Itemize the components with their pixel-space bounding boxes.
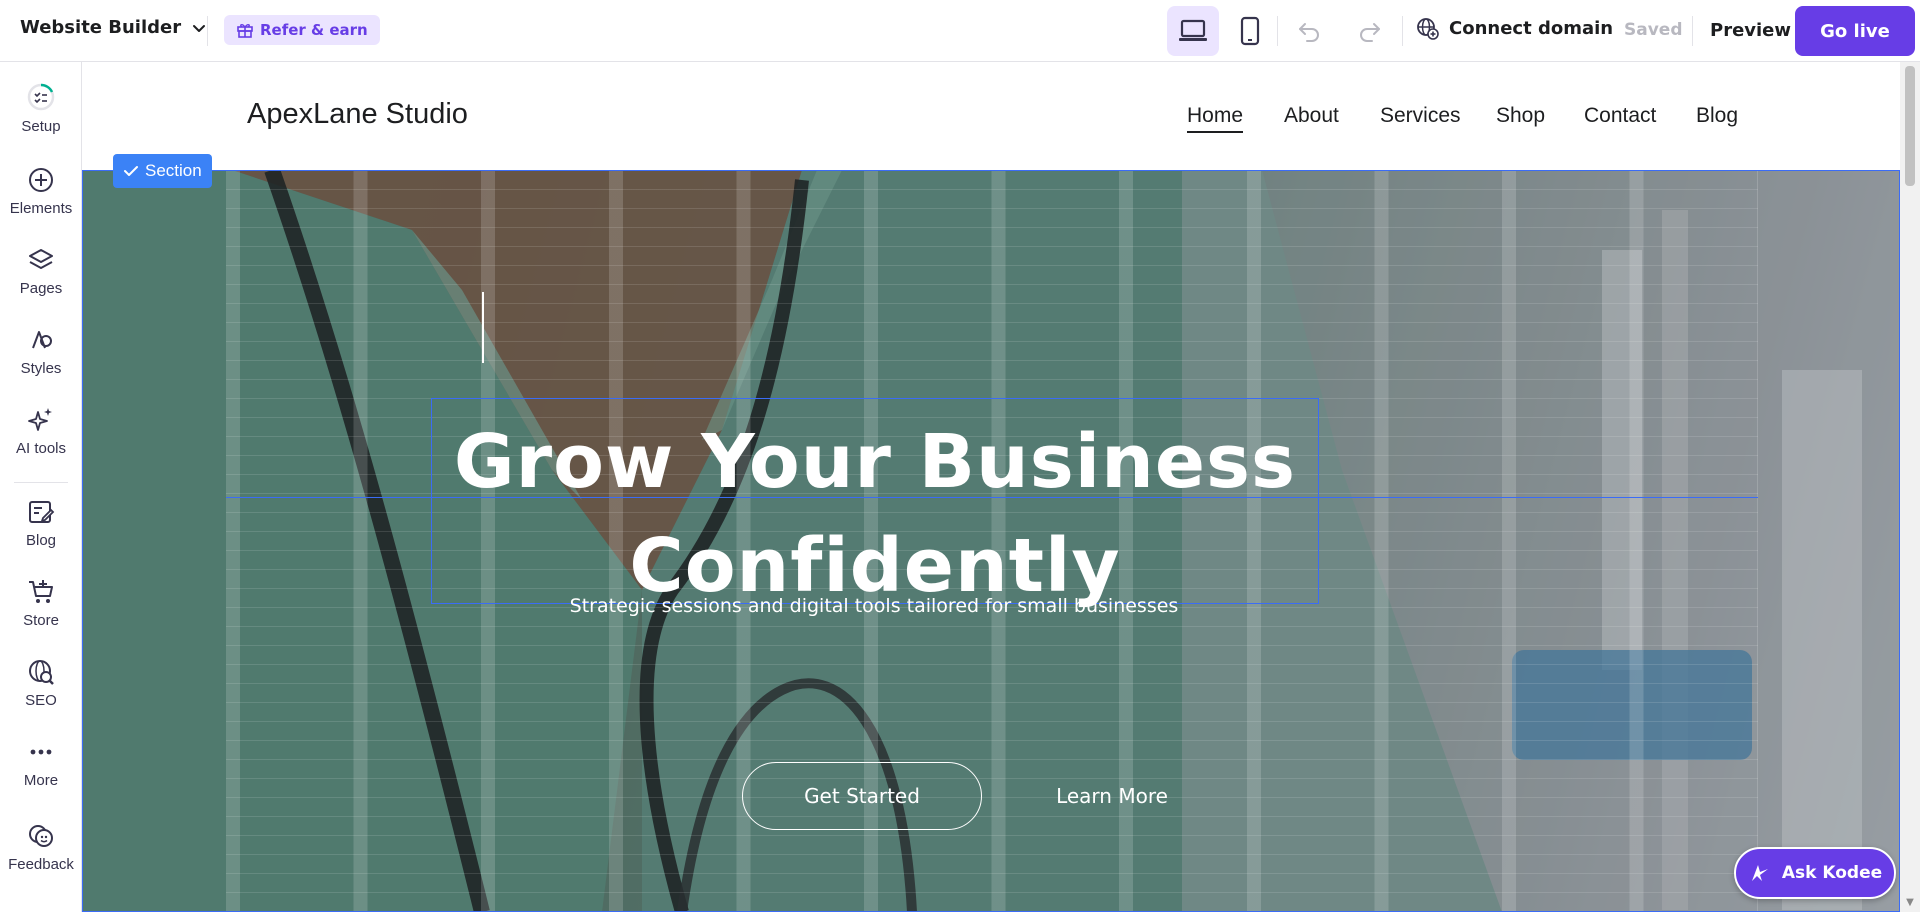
canvas-scrollbar[interactable]: ▼	[1900, 62, 1920, 912]
sidebar-item-blog[interactable]: Blog	[0, 498, 82, 549]
go-live-button[interactable]: Go live	[1795, 6, 1915, 56]
sparkles-icon	[28, 408, 52, 431]
cart-icon	[29, 580, 53, 603]
learn-more-button[interactable]: Learn More	[1027, 762, 1197, 830]
chevron-down-icon	[193, 24, 206, 32]
saved-status: Saved	[1624, 20, 1683, 40]
divider	[207, 16, 208, 46]
sidebar-item-ai-tools[interactable]: AI tools	[0, 406, 82, 457]
sidebar-label-styles: Styles	[20, 360, 62, 377]
app-switcher[interactable]: Website Builder	[20, 17, 207, 38]
sidebar-item-seo[interactable]: SEO	[0, 658, 82, 709]
sidebar-item-pages[interactable]: Pages	[0, 246, 82, 297]
gift-icon	[237, 24, 253, 38]
section-tag[interactable]: Section	[113, 154, 212, 188]
blog-edit-icon	[29, 501, 55, 523]
scroll-down-arrow[interactable]: ▼	[1904, 898, 1916, 908]
palette-icon	[32, 331, 52, 349]
sidebar-item-store[interactable]: Store	[0, 578, 82, 629]
hero-heading-line-1: Grow Your Business	[453, 419, 1297, 505]
sidebar-label-pages: Pages	[19, 280, 63, 297]
kodee-sparkle-icon	[1751, 865, 1768, 881]
sidebar-item-setup[interactable]: Setup	[0, 82, 82, 135]
nav-link-contact[interactable]: Contact	[1584, 104, 1656, 128]
refer-earn-label: Refer & earn	[260, 21, 368, 39]
nav-link-services[interactable]: Services	[1380, 104, 1461, 128]
nav-link-about[interactable]: About	[1284, 104, 1339, 128]
sidebar-label-store: Store	[23, 612, 59, 629]
sidebar-label-ai-tools: AI tools	[15, 440, 67, 457]
divider	[1402, 16, 1403, 46]
text-cursor	[482, 292, 484, 363]
connect-domain-label: Connect domain	[1449, 17, 1614, 39]
layers-icon	[29, 249, 53, 269]
sidebar-label-setup: Setup	[21, 118, 61, 135]
undo-icon	[1299, 23, 1319, 42]
site-brand-logo[interactable]: ApexLane Studio	[247, 98, 468, 131]
ask-kodee-button[interactable]: Ask Kodee	[1734, 847, 1896, 899]
sidebar-label-blog: Blog	[25, 532, 57, 549]
sidebar-item-feedback[interactable]: Feedback	[0, 822, 82, 873]
nav-link-home[interactable]: Home	[1187, 104, 1244, 133]
site-header[interactable]: ApexLane Studio Home About Services Shop…	[82, 62, 1900, 170]
redo-button[interactable]	[1355, 16, 1385, 46]
sidebar-label-feedback: Feedback	[8, 856, 74, 873]
phone-icon	[1240, 16, 1260, 46]
hero-section[interactable]: Grow Your Business Confidently Strategic…	[82, 170, 1900, 912]
sidebar-divider	[14, 482, 68, 483]
nav-link-shop[interactable]: Shop	[1496, 104, 1545, 128]
plus-circle-icon	[29, 168, 53, 192]
editor-canvas[interactable]: ApexLane Studio Home About Services Shop…	[82, 62, 1900, 912]
nav-link-blog[interactable]: Blog	[1696, 104, 1738, 128]
redo-icon	[1360, 23, 1380, 42]
sidebar-item-more[interactable]: More	[0, 738, 82, 789]
desktop-view-button[interactable]	[1167, 6, 1219, 56]
feedback-icon	[29, 825, 53, 847]
laptop-icon	[1179, 19, 1207, 41]
sidebar-label-seo: SEO	[25, 692, 57, 709]
section-tag-label: Section	[145, 161, 202, 180]
sidebar-label-elements: Elements	[9, 200, 73, 217]
hero-heading[interactable]: Grow Your Business Confidently	[431, 410, 1319, 618]
preview-button[interactable]: Preview	[1710, 20, 1791, 41]
app-title: Website Builder	[20, 17, 182, 38]
ask-kodee-label: Ask Kodee	[1781, 863, 1883, 883]
mobile-view-button[interactable]	[1224, 6, 1276, 56]
seo-globe-icon	[29, 660, 54, 685]
undo-button[interactable]	[1294, 16, 1324, 46]
globe-plus-icon	[1417, 18, 1439, 40]
more-dots-icon	[30, 749, 52, 755]
refer-earn-button[interactable]: Refer & earn	[224, 15, 380, 45]
connect-domain-button[interactable]: Connect domain	[1415, 16, 1613, 40]
hero-subtitle[interactable]: Strategic sessions and digital tools tai…	[430, 595, 1318, 617]
left-sidebar: Setup Elements Pages Styles AI tools Blo…	[0, 62, 82, 912]
top-bar: Website Builder Refer & earn Connect dom…	[0, 0, 1920, 62]
sidebar-label-more: More	[23, 772, 59, 789]
setup-icon	[27, 83, 55, 111]
sidebar-item-styles[interactable]: Styles	[0, 326, 82, 377]
divider	[1277, 16, 1278, 46]
get-started-button[interactable]: Get Started	[742, 762, 982, 830]
sidebar-item-elements[interactable]: Elements	[0, 166, 82, 217]
check-icon	[124, 166, 138, 176]
divider	[1692, 16, 1693, 46]
scrollbar-thumb[interactable]	[1905, 66, 1915, 186]
